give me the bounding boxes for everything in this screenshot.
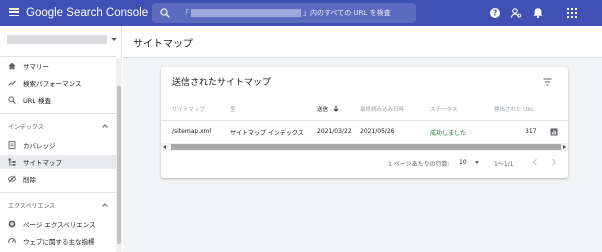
sidebar-item-label: URL 検査 — [23, 97, 51, 105]
search-icon[interactable] — [160, 8, 170, 18]
page-header: サイトマップ — [123, 26, 602, 58]
cell-status: 成功しました — [430, 130, 467, 137]
sidebar: サマリー 検索パフォーマンス URL 検査 インデックス カバレッジ サイトマッ… — [0, 26, 122, 252]
column-header-status[interactable]: ステータス — [430, 105, 458, 113]
column-header-discovered-urls[interactable]: 検出された URL — [494, 105, 534, 113]
coverage-icon — [8, 141, 16, 149]
sidebar-item-label: ページ エクスペリエンス — [23, 221, 96, 229]
sidebar-item-page-experience[interactable]: ページ エクスペリエンス — [0, 217, 116, 231]
sidebar-item-coverage[interactable]: カバレッジ — [0, 138, 116, 152]
sidebar-item-label: サイトマップ — [23, 159, 62, 167]
page-title: サイトマップ — [133, 39, 193, 50]
search-input[interactable]: 「 」内のすべての URL を検査 — [182, 8, 391, 18]
help-icon[interactable]: ? — [489, 7, 501, 19]
menu-icon[interactable] — [9, 8, 19, 17]
sidebar-scrollbar-thumb[interactable] — [117, 86, 121, 244]
search-icon — [8, 96, 16, 104]
divider — [0, 113, 116, 114]
chevron-up-icon[interactable] — [101, 202, 109, 208]
scroll-left-icon[interactable] — [163, 145, 166, 149]
search-placeholder-prefix: 「 — [182, 9, 189, 17]
removals-icon — [8, 175, 16, 183]
sidebar-item-core-web-vitals[interactable]: ウェブに関する主な指標 — [0, 234, 116, 248]
card-title: 送信されたサイトマップ — [172, 78, 272, 88]
svg-text:?: ? — [493, 9, 497, 18]
section-heading-index[interactable]: インデックス — [8, 122, 44, 131]
divider — [0, 56, 116, 57]
previous-page-icon[interactable] — [532, 158, 538, 166]
scroll-right-icon[interactable] — [563, 145, 566, 149]
submitted-sitemaps-card: 送信されたサイトマップ サイトマップ 型 送信 最終読み込み日時 ステータス 検… — [161, 67, 568, 178]
column-header-sitemap[interactable]: サイトマップ — [172, 105, 205, 113]
property-selector[interactable] — [7, 35, 107, 44]
chevron-down-icon[interactable] — [475, 161, 479, 164]
rows-per-page-label: 1 ページあたりの行数: — [388, 161, 450, 168]
sidebar-item-url-inspection[interactable]: URL 検査 — [0, 93, 116, 107]
filter-icon[interactable] — [543, 78, 552, 86]
sidebar-item-sitemaps[interactable]: サイトマップ — [0, 155, 116, 169]
sidebar-item-label: サマリー — [23, 63, 49, 71]
url-inspection-search[interactable]: 「 」内のすべての URL を検査 — [152, 3, 416, 23]
notifications-icon[interactable] — [532, 7, 544, 19]
sidebar-item-performance[interactable]: 検索パフォーマンス — [0, 76, 116, 90]
cell-last-read: 2021/05/26 — [360, 128, 395, 135]
next-page-icon[interactable] — [551, 158, 557, 166]
sidebar-item-label: カバレッジ — [23, 142, 56, 150]
page-experience-icon — [8, 220, 16, 228]
chevron-down-icon[interactable] — [111, 38, 117, 41]
sitemap-icon — [8, 158, 16, 166]
sidebar-item-removals[interactable]: 削除 — [0, 172, 116, 186]
apps-grid-icon[interactable] — [566, 7, 578, 19]
sidebar-item-label: ウェブに関する主な指標 — [23, 238, 95, 246]
cell-submitted: 2021/03/22 — [317, 128, 352, 135]
table-horizontal-scrollbar-thumb[interactable] — [171, 144, 561, 150]
cell-sitemap[interactable]: /sitemap.xml — [172, 128, 211, 135]
trending-up-icon — [8, 80, 16, 86]
manage-users-icon[interactable] — [510, 7, 522, 19]
cell-type: サイトマップ インデックス — [230, 130, 304, 137]
column-header-submitted[interactable]: 送信 — [317, 105, 328, 113]
arrow-down-icon[interactable] — [333, 105, 339, 112]
chevron-up-icon[interactable] — [101, 123, 109, 129]
divider — [0, 192, 116, 193]
search-placeholder-suffix: 」内のすべての URL を検査 — [303, 9, 391, 17]
sidebar-item-summary[interactable]: サマリー — [0, 59, 116, 73]
column-header-type[interactable]: 型 — [230, 105, 236, 113]
pagination-range: 1〜1/1 — [494, 161, 514, 168]
sidebar-item-label: 削除 — [23, 176, 36, 184]
cell-discovered-urls: 317 — [525, 128, 537, 135]
header-divider — [161, 120, 568, 121]
top-app-bar: Google Search Console 「 」内のすべての URL を検査 … — [0, 0, 602, 26]
home-icon — [8, 62, 16, 70]
redacted-property — [191, 9, 301, 17]
section-heading-experience[interactable]: エクスペリエンス — [8, 201, 55, 210]
app-title[interactable]: Google Search Console — [26, 6, 148, 20]
column-header-last-read[interactable]: 最終読み込み日時 — [360, 105, 404, 113]
rows-per-page-select[interactable]: 10 — [459, 159, 467, 166]
sidebar-item-label: 検索パフォーマンス — [23, 80, 82, 88]
speed-icon — [8, 238, 16, 244]
bar-chart-icon[interactable] — [550, 128, 558, 136]
